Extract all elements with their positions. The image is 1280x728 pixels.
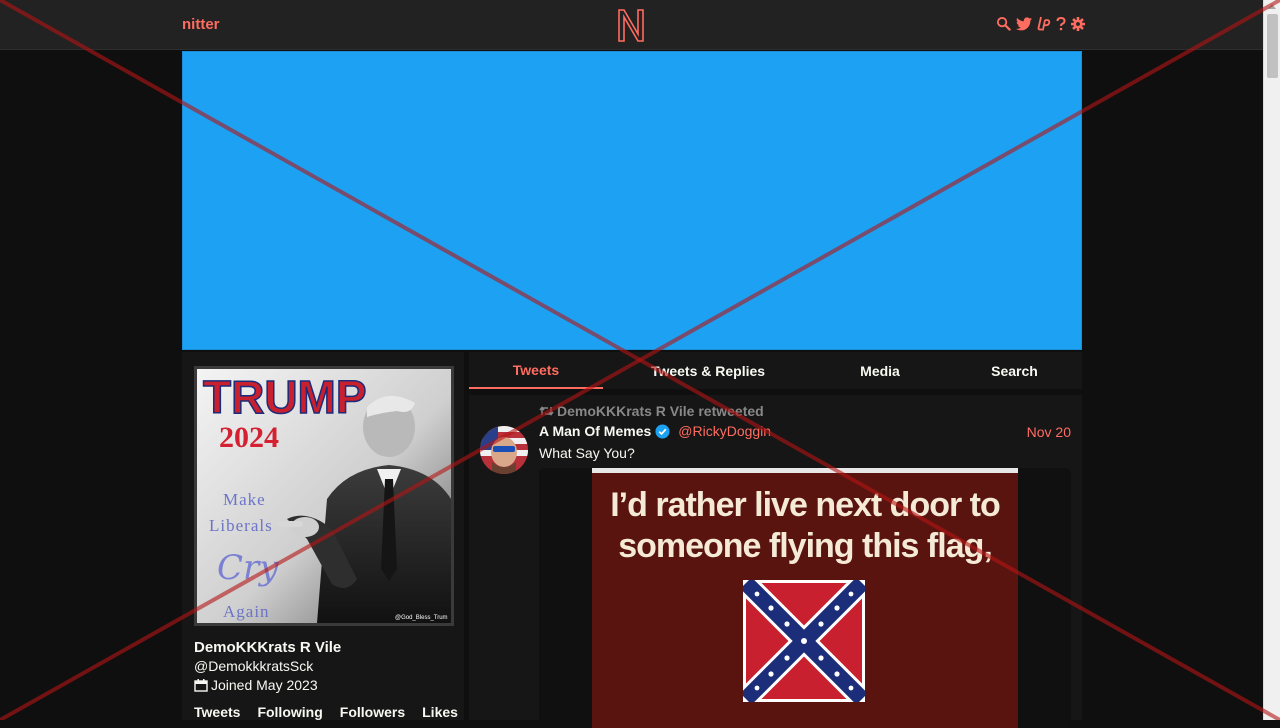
avatar-image: TRUMP 2024 Make Liberals Cry Again @God_…: [197, 369, 451, 623]
brand-link[interactable]: nitter: [182, 16, 220, 33]
nav-icons: [996, 16, 1085, 31]
meme-text-line-2: someone flying this flag,: [618, 527, 993, 565]
avatar-cry-text: Cry: [217, 548, 279, 588]
scrollbar[interactable]: [1263, 0, 1280, 720]
tweet-attachment[interactable]: I’d rather live next door to someone fly…: [539, 468, 1071, 728]
tweet-avatar-image: [480, 426, 528, 474]
avatar-make-text: Make: [223, 490, 266, 509]
liberapay-icon[interactable]: [1037, 16, 1051, 31]
profile-banner[interactable]: [182, 51, 1082, 350]
scroll-thumb[interactable]: [1267, 14, 1278, 78]
twitter-icon[interactable]: [1016, 16, 1032, 31]
avatar-2024-text: 2024: [219, 421, 279, 454]
profile-join-date: Joined May 2023: [194, 677, 318, 693]
join-date-text: Joined May 2023: [211, 677, 318, 693]
tweet-avatar[interactable]: [480, 426, 528, 474]
tweet-fullname[interactable]: A Man Of Memes: [539, 423, 651, 439]
tab-tweets[interactable]: Tweets: [469, 352, 603, 389]
avatar-again-text: Again: [223, 602, 270, 621]
gear-icon[interactable]: [1071, 16, 1085, 31]
stat-tweets[interactable]: Tweets: [194, 704, 240, 720]
stat-followers[interactable]: Followers: [340, 704, 405, 720]
help-icon[interactable]: [1056, 16, 1066, 31]
calendar-icon: [194, 678, 208, 692]
verified-icon: [655, 423, 670, 439]
tweet-header: A Man Of Memes @RickyDoggin: [539, 423, 771, 439]
retweet-icon: [539, 406, 554, 416]
nitter-logo-icon[interactable]: [616, 8, 646, 42]
tweet-username[interactable]: @RickyDoggin: [678, 423, 771, 439]
retweet-header: DemoKKKrats R Vile retweeted: [539, 403, 764, 419]
navbar: nitter: [0, 0, 1263, 50]
profile-stats: Tweets Following Followers Likes: [194, 704, 458, 720]
tab-tweets-replies[interactable]: Tweets & Replies: [603, 352, 813, 389]
flag-image: [743, 580, 865, 702]
avatar-watermark: @God_Bless_Trum: [395, 615, 448, 621]
avatar-liberals-text: Liberals: [209, 516, 273, 535]
tab-search[interactable]: Search: [947, 352, 1082, 389]
search-icon[interactable]: [996, 16, 1011, 31]
stat-likes[interactable]: Likes: [422, 704, 458, 720]
profile-username[interactable]: @DemokkkratsSck: [194, 658, 313, 674]
timeline: DemoKKKrats R Vile retweeted A Man Of Me…: [469, 395, 1082, 728]
timeline-tabs: Tweets Tweets & Replies Media Search: [469, 352, 1082, 389]
profile-avatar[interactable]: TRUMP 2024 Make Liberals Cry Again @God_…: [194, 366, 454, 626]
profile-fullname[interactable]: DemoKKKrats R Vile: [194, 639, 341, 656]
meme-text: I’d rather live next door to someone fly…: [592, 485, 1018, 567]
profile-card: TRUMP 2024 Make Liberals Cry Again @God_…: [182, 352, 464, 720]
stat-following[interactable]: Following: [257, 704, 322, 720]
retweet-header-text[interactable]: DemoKKKrats R Vile retweeted: [557, 403, 764, 419]
meme-text-line-1: I’d rather live next door to: [610, 486, 1001, 524]
tab-media[interactable]: Media: [813, 352, 947, 389]
scroll-up-arrow-icon[interactable]: [1268, 4, 1276, 9]
tweet-content: What Say You?: [539, 445, 635, 461]
tweet-image[interactable]: I’d rather live next door to someone fly…: [592, 468, 1018, 728]
tweet-date[interactable]: Nov 20: [1027, 424, 1071, 440]
avatar-trump-text: TRUMP: [203, 371, 367, 423]
